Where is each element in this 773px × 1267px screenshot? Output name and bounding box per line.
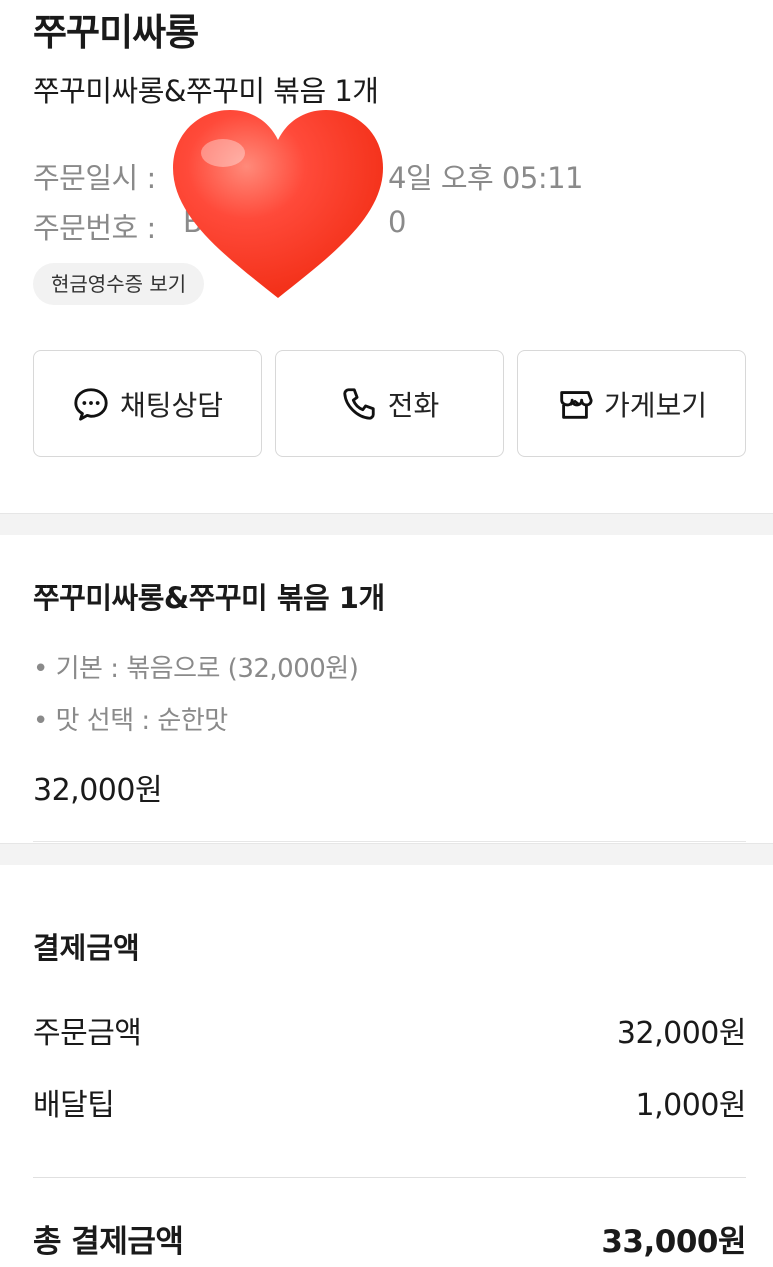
section-divider xyxy=(0,843,773,865)
payment-row: 배달팁 1,000원 xyxy=(33,1080,747,1124)
divider xyxy=(33,841,746,842)
order-date-row: 주문일시 : 4일 오후 05:11 xyxy=(33,155,584,197)
order-summary: 쭈꾸미싸롱&쭈꾸미 볶음 1개 xyxy=(33,74,379,108)
view-store-label: 가게보기 xyxy=(603,388,708,422)
order-number-tail: 0 xyxy=(388,205,406,239)
total-label: 총 결제금액 xyxy=(33,1224,184,1260)
chat-icon xyxy=(74,387,108,421)
order-number-row: 주문번호 : B 0 xyxy=(33,205,406,247)
store-icon xyxy=(560,390,593,419)
menu-item-name: 쭈꾸미싸롱&쭈꾸미 볶음 1개 xyxy=(33,581,385,615)
section-divider xyxy=(0,513,773,535)
menu-item-price: 32,000원 xyxy=(33,773,163,808)
order-amount-value: 32,000원 xyxy=(616,1016,747,1051)
chat-consult-label: 채팅상담 xyxy=(119,388,224,422)
total-value: 33,000원 xyxy=(601,1224,746,1260)
chat-consult-button[interactable]: 채팅상담 xyxy=(33,350,262,457)
call-button[interactable]: 전화 xyxy=(275,350,504,457)
order-date-value: 4일 오후 05:11 xyxy=(388,161,584,195)
order-date-label: 주문일시 : xyxy=(33,161,156,195)
menu-option: • 기본 : 볶음으로 (32,000원) xyxy=(33,654,359,684)
cash-receipt-button[interactable]: 현금영수증 보기 xyxy=(33,263,205,305)
payment-row: 주문금액 32,000원 xyxy=(33,1008,747,1052)
divider xyxy=(33,1177,746,1178)
call-label: 전화 xyxy=(387,388,440,422)
menu-option: • 맛 선택 : 순한맛 xyxy=(33,706,228,736)
delivery-tip-value: 1,000원 xyxy=(635,1088,747,1123)
phone-icon xyxy=(343,387,375,420)
total-payment-row: 총 결제금액 33,000원 xyxy=(33,1216,746,1261)
view-store-button[interactable]: 가게보기 xyxy=(517,350,746,457)
order-number-label: 주문번호 : xyxy=(33,211,156,245)
store-name: 쭈꾸미싸롱 xyxy=(33,11,199,54)
delivery-tip-label: 배달팁 xyxy=(33,1088,115,1123)
order-amount-label: 주문금액 xyxy=(33,1016,142,1051)
payment-title: 결제금액 xyxy=(33,931,140,965)
